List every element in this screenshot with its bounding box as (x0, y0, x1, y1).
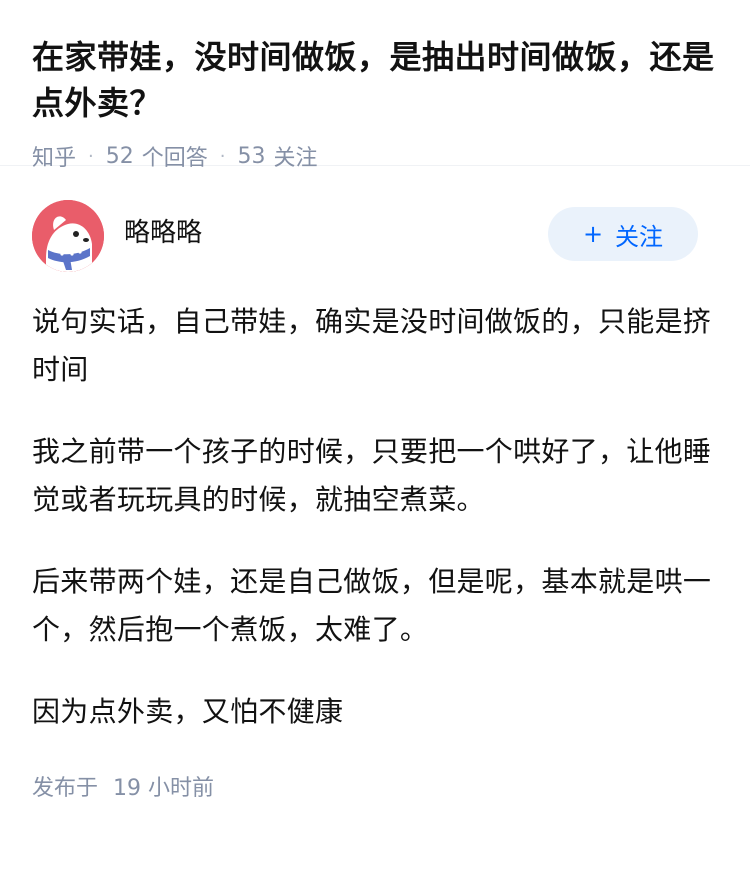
source-label[interactable]: 知乎 (32, 140, 76, 172)
follow-button[interactable]: + 关注 (548, 207, 698, 261)
author-row: 略略略 + 关注 (32, 200, 718, 272)
question-header: 在家带娃，没时间做饭，是抽出时间做饭，还是点外卖？ 知乎 · 52 个回答 · … (0, 0, 750, 171)
answer-card: 略略略 + 关注 说句实话，自己带娃，确实是没时间做饭的，只能是挤时间 我之前带… (0, 200, 750, 802)
follower-count[interactable]: 53 (238, 144, 266, 169)
meta-separator: · (219, 145, 226, 167)
published-label: 发布于 (32, 776, 99, 801)
answer-paragraph: 我之前带一个孩子的时候，只要把一个哄好了，让他睡觉或者玩玩具的时候，就抽空煮菜。 (32, 435, 712, 516)
answer-content: 说句实话，自己带娃，确实是没时间做饭的，只能是挤时间 我之前带一个孩子的时候，只… (32, 298, 712, 736)
question-meta: 知乎 · 52 个回答 · 53 关注 (32, 140, 718, 172)
answer-count-label[interactable]: 个回答 (142, 140, 208, 172)
answer-count[interactable]: 52 (106, 144, 134, 169)
question-title[interactable]: 在家带娃，没时间做饭，是抽出时间做饭，还是点外卖？ (32, 34, 718, 126)
avatar[interactable] (32, 200, 104, 272)
answer-paragraph: 因为点外卖，又怕不健康 (32, 695, 344, 728)
author-name[interactable]: 略略略 (124, 194, 202, 249)
plus-icon: + (582, 220, 604, 248)
answer-paragraph: 后来带两个娃，还是自己做饭，但是呢，基本就是哄一个，然后抱一个煮饭，太难了。 (32, 565, 712, 646)
zhihu-answer-page: 在家带娃，没时间做饭，是抽出时间做饭，还是点外卖？ 知乎 · 52 个回答 · … (0, 0, 750, 880)
cartoon-dog-avatar-icon (32, 200, 104, 272)
answer-footer: 发布于 19 小时前 (32, 770, 718, 802)
answer-paragraph: 说句实话，自己带娃，确实是没时间做饭的，只能是挤时间 (32, 305, 712, 386)
meta-separator: · (88, 145, 94, 167)
follow-button-label: 关注 (615, 222, 664, 251)
follower-count-label[interactable]: 关注 (274, 140, 318, 172)
published-time: 19 小时前 (113, 776, 215, 801)
